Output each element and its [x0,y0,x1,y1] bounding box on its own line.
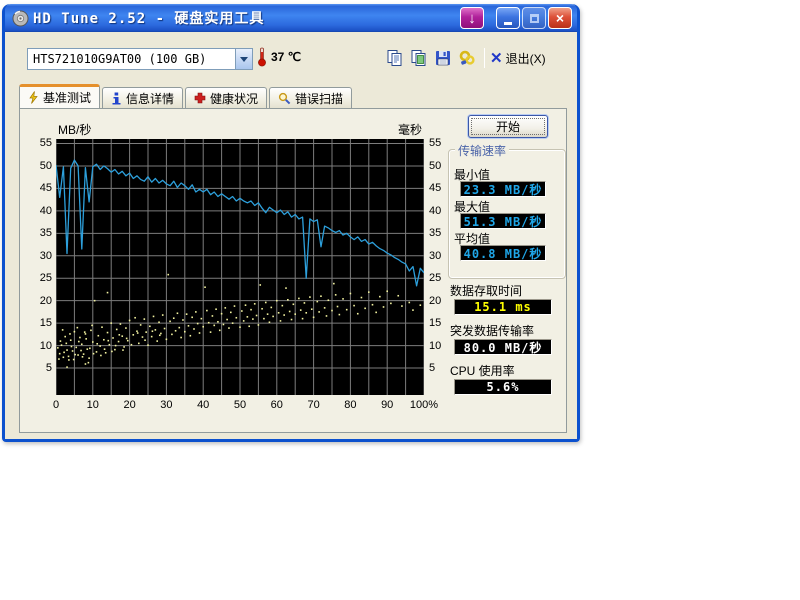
y-axis-tick-left: 40 [24,205,52,217]
exit-x-icon: ✕ [490,49,503,67]
focus-rect [471,118,545,135]
cpu-usage-label: CPU 使用率 [450,362,515,379]
toolbar: ✕ 退出(X) [383,46,546,70]
save-button[interactable] [431,46,455,70]
x-axis-tick: 0 [53,399,59,411]
temperature-indicator: 37 ℃ [257,47,301,67]
x-axis-tick: 50 [234,399,246,411]
x-axis-tick: 80 [344,399,356,411]
right-axis-unit: 毫秒 [398,121,422,138]
chevron-down-icon [240,57,248,62]
transfer-rate-group-title: 传输速率 [455,142,509,159]
benchmark-icon [28,91,39,104]
access-time-label: 数据存取时间 [450,282,522,299]
x-axis-tick: 40 [197,399,209,411]
options-button[interactable] [455,46,479,70]
y-axis-tick-right: 10 [429,340,457,352]
y-axis-tick-right: 55 [429,137,457,149]
exit-label: 退出(X) [506,50,546,67]
options-icon [458,49,476,67]
client-area: HTS721010G9AT00 (100 GB) 37 ℃ [5,32,577,439]
tab-benchmark[interactable]: 基准测试 [19,84,100,108]
drive-select-dropdown-button[interactable] [235,49,252,69]
copy-screenshot-button[interactable] [407,46,431,70]
y-axis-tick-left: 55 [24,137,52,149]
y-axis-tick-left: 25 [24,272,52,284]
titlebar[interactable]: HD Tune 2.52 - 硬盘实用工具 ↓ × [5,4,577,32]
benchmark-tab-page: MB/秒 毫秒 55101015152020252530303535404045… [19,108,567,433]
y-axis-tick-left: 45 [24,182,52,194]
tab-benchmark-label: 基准测试 [43,89,91,106]
download-arrow-button[interactable]: ↓ [460,7,484,29]
toolbar-separator [484,48,485,68]
y-axis-tick-left: 35 [24,227,52,239]
copy-text-icon [386,49,404,67]
tab-error-scan[interactable]: 错误扫描 [269,87,352,108]
access-time-display: 15.1 ms [454,299,552,315]
max-value-display: 51.3 MB/秒 [460,213,546,229]
copy-text-button[interactable] [383,46,407,70]
info-icon [111,92,122,105]
x-axis-tick: 20 [123,399,135,411]
x-axis-tick: 90 [381,399,393,411]
copy-screenshot-icon [410,49,428,67]
y-axis-tick-left: 10 [24,340,52,352]
close-button[interactable]: × [548,7,572,29]
y-axis-tick-left: 5 [24,362,52,374]
tab-bar: 基准测试 信息详情 [19,85,354,108]
minimize-button[interactable] [496,7,520,29]
drive-select-value: HTS721010G9AT00 (100 GB) [28,52,235,66]
x-axis-tick: 70 [307,399,319,411]
burst-rate-display: 80.0 MB/秒 [454,339,552,355]
error-scan-icon [278,92,291,105]
save-icon [434,49,452,67]
tab-error-scan-label: 错误扫描 [295,90,343,107]
desktop: HD Tune 2.52 - 硬盘实用工具 ↓ × HTS721010G9AT0… [0,0,800,600]
y-axis-tick-left: 50 [24,160,52,172]
temperature-value: 37 ℃ [271,50,301,64]
tab-info-label: 信息详情 [126,90,174,107]
y-axis-tick-left: 20 [24,295,52,307]
tab-info[interactable]: 信息详情 [102,87,183,108]
benchmark-plot [56,139,424,395]
x-axis-tick: 60 [271,399,283,411]
drive-select[interactable]: HTS721010G9AT00 (100 GB) [27,48,253,70]
health-cross-icon [194,92,206,104]
start-button[interactable]: 开始 [468,115,548,138]
x-axis-tick: 30 [160,399,172,411]
y-axis-tick-left: 30 [24,250,52,262]
cpu-usage-display: 5.6% [454,379,552,395]
left-axis-unit: MB/秒 [58,121,91,138]
min-value-display: 23.3 MB/秒 [460,181,546,197]
maximize-button[interactable] [522,7,546,29]
hdtune-window: HD Tune 2.52 - 硬盘实用工具 ↓ × HTS721010G9AT0… [2,4,580,442]
window-title: HD Tune 2.52 - 硬盘实用工具 [33,8,264,28]
thermometer-icon [257,47,267,67]
x-axis-tick: 10 [87,399,99,411]
y-axis-tick-left: 15 [24,317,52,329]
avg-value-display: 40.8 MB/秒 [460,245,546,261]
tab-health[interactable]: 健康状况 [185,87,267,108]
exit-button[interactable]: ✕ 退出(X) [490,49,546,67]
x-axis-tick: 100% [410,399,438,411]
burst-rate-label: 突发数据传输率 [450,322,534,339]
tab-health-label: 健康状况 [210,90,258,107]
app-disk-icon [12,10,29,27]
